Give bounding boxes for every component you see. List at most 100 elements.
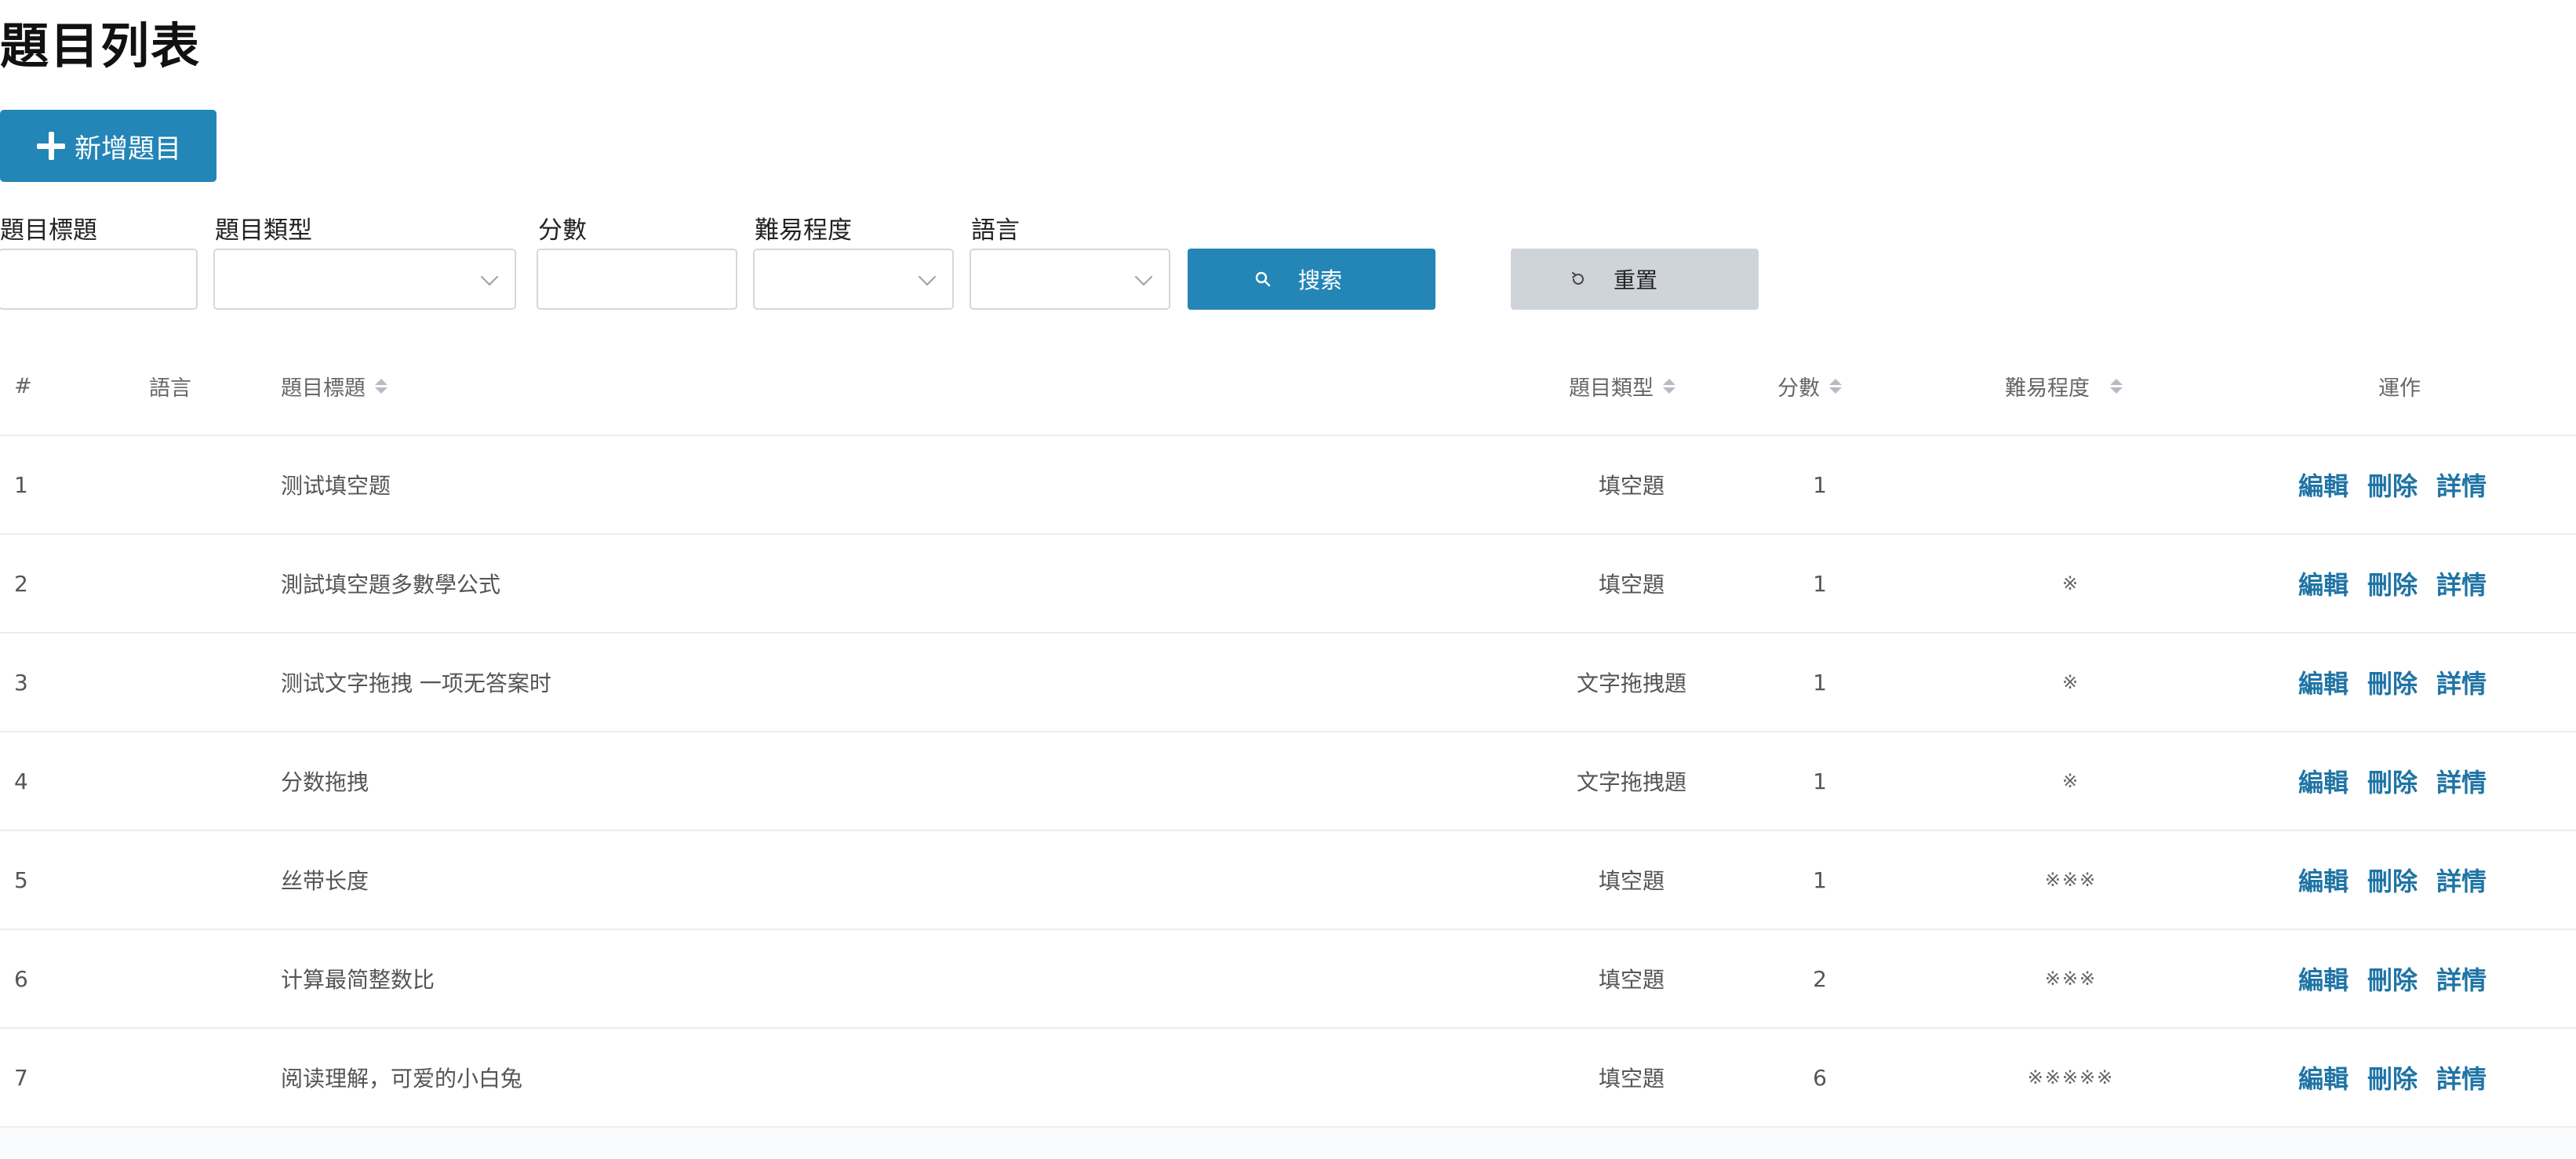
sort-icon[interactable] xyxy=(375,378,387,394)
row-actions: 編輯 刪除 詳情 xyxy=(2298,930,2487,1027)
row-score: 1 xyxy=(1813,768,1827,794)
filter-score-label: 分數 xyxy=(538,216,587,245)
filter-score-input[interactable] xyxy=(538,250,736,308)
row-difficulty xyxy=(1992,436,2149,533)
row-index: 1 xyxy=(14,471,28,498)
row-difficulty: ※※※ xyxy=(2044,869,2098,891)
row-actions: 編輯 刪除 詳情 xyxy=(2298,1029,2487,1126)
detail-link[interactable]: 詳情 xyxy=(2436,1059,2487,1095)
detail-link[interactable]: 詳情 xyxy=(2436,862,2487,898)
header-score-label: 分數 xyxy=(1777,376,1820,401)
row-title: 测试文字拖拽 一项无答案时 xyxy=(281,670,551,696)
edit-link[interactable]: 編輯 xyxy=(2298,961,2349,997)
row-difficulty: ※ xyxy=(2061,671,2080,693)
delete-link[interactable]: 刪除 xyxy=(2367,961,2418,997)
delete-link[interactable]: 刪除 xyxy=(2367,664,2418,700)
sort-icon[interactable] xyxy=(1663,378,1675,394)
delete-link[interactable]: 刪除 xyxy=(2367,763,2418,799)
question-table: # 語言 題目標題 題目類型 分數 難易程度 運作 1 测试填空题 填空題 1 … xyxy=(0,337,2576,1159)
header-actions: 運作 xyxy=(2378,376,2421,401)
filter-difficulty-label: 難易程度 xyxy=(755,216,852,245)
filter-title-field[interactable] xyxy=(0,249,198,310)
reset-button-label: 重置 xyxy=(1613,267,1657,293)
row-difficulty: ※※※※※ xyxy=(2027,1066,2115,1088)
refresh-icon xyxy=(1570,271,1587,288)
row-actions: 編輯 刪除 詳情 xyxy=(2298,436,2487,533)
header-language: 語言 xyxy=(149,376,191,401)
detail-link[interactable]: 詳情 xyxy=(2436,664,2487,700)
row-score: 1 xyxy=(1813,669,1827,696)
edit-link[interactable]: 編輯 xyxy=(2298,664,2349,700)
row-type: 填空題 xyxy=(1598,868,1665,894)
table-row: 4 分数拖拽 文字拖拽題 1 ※ 編輯 刪除 詳情 xyxy=(0,732,2576,831)
add-question-button[interactable]: 新增題目 xyxy=(0,110,216,182)
plus-icon xyxy=(35,130,67,162)
row-actions: 編輯 刪除 詳情 xyxy=(2298,732,2487,830)
delete-link[interactable]: 刪除 xyxy=(2367,467,2418,503)
row-index: 6 xyxy=(14,965,28,992)
edit-link[interactable]: 編輯 xyxy=(2298,763,2349,799)
detail-link[interactable]: 詳情 xyxy=(2436,565,2487,601)
detail-link[interactable]: 詳情 xyxy=(2436,763,2487,799)
row-type: 文字拖拽題 xyxy=(1576,670,1686,696)
row-score: 6 xyxy=(1813,1064,1827,1091)
filter-title-input[interactable] xyxy=(0,250,196,308)
row-score: 2 xyxy=(1813,965,1827,992)
reset-button[interactable]: 重置 xyxy=(1511,249,1759,310)
detail-link[interactable]: 詳情 xyxy=(2436,961,2487,997)
edit-link[interactable]: 編輯 xyxy=(2298,467,2349,503)
header-difficulty-label: 難易程度 xyxy=(2005,376,2090,401)
filter-type-select[interactable] xyxy=(213,249,516,310)
row-title: 測試填空題多數學公式 xyxy=(281,572,501,598)
delete-link[interactable]: 刪除 xyxy=(2367,862,2418,898)
header-index: # xyxy=(14,373,32,398)
filter-language-label: 語言 xyxy=(971,216,1020,245)
row-type: 填空題 xyxy=(1598,1066,1665,1092)
edit-link[interactable]: 編輯 xyxy=(2298,862,2349,898)
table-footer xyxy=(0,1128,2576,1159)
sort-icon[interactable] xyxy=(1829,378,1842,394)
delete-link[interactable]: 刪除 xyxy=(2367,565,2418,601)
row-title: 丝带长度 xyxy=(281,868,369,894)
row-type: 填空題 xyxy=(1598,967,1665,993)
header-title-label: 題目標題 xyxy=(281,376,366,401)
search-button[interactable]: 搜索 xyxy=(1188,249,1435,310)
header-type-label: 題目類型 xyxy=(1569,376,1654,401)
row-actions: 編輯 刪除 詳情 xyxy=(2298,535,2487,632)
header-title[interactable]: 題目標題 xyxy=(281,337,387,434)
row-score: 1 xyxy=(1813,471,1827,498)
row-title: 计算最简整数比 xyxy=(281,967,435,993)
row-type: 文字拖拽題 xyxy=(1576,769,1686,795)
filter-title-label: 題目標題 xyxy=(0,216,97,245)
detail-link[interactable]: 詳情 xyxy=(2436,467,2487,503)
table-header: # 語言 題目標題 題目類型 分數 難易程度 運作 xyxy=(0,337,2576,436)
search-icon xyxy=(1254,271,1272,288)
header-type[interactable]: 題目類型 xyxy=(1569,337,1675,434)
row-index: 4 xyxy=(14,768,28,794)
filter-score-field[interactable] xyxy=(537,249,737,310)
table-row: 2 測試填空題多數學公式 填空題 1 ※ 編輯 刪除 詳情 xyxy=(0,535,2576,634)
add-question-label: 新增題目 xyxy=(75,133,181,165)
table-row: 5 丝带长度 填空題 1 ※※※ 編輯 刪除 詳情 xyxy=(0,831,2576,930)
row-type: 填空題 xyxy=(1598,572,1665,598)
filter-language-select[interactable] xyxy=(970,249,1170,310)
sort-icon[interactable] xyxy=(2110,378,2123,394)
edit-link[interactable]: 編輯 xyxy=(2298,565,2349,601)
edit-link[interactable]: 編輯 xyxy=(2298,1059,2349,1095)
table-row: 6 计算最简整数比 填空題 2 ※※※ 編輯 刪除 詳情 xyxy=(0,930,2576,1029)
chevron-down-icon xyxy=(1134,267,1153,286)
filter-difficulty-select[interactable] xyxy=(753,249,954,310)
row-actions: 編輯 刪除 詳情 xyxy=(2298,831,2487,928)
header-score[interactable]: 分數 xyxy=(1777,337,1842,434)
search-button-label: 搜索 xyxy=(1297,267,1342,293)
table-row: 7 阅读理解，可爱的小白兔 填空題 6 ※※※※※ 編輯 刪除 詳情 xyxy=(0,1029,2576,1128)
row-score: 1 xyxy=(1813,867,1827,893)
row-actions: 編輯 刪除 詳情 xyxy=(2298,634,2487,731)
row-title: 分数拖拽 xyxy=(281,769,369,795)
header-difficulty[interactable]: 難易程度 xyxy=(2005,337,2123,434)
table-row: 1 测试填空题 填空題 1 編輯 刪除 詳情 xyxy=(0,436,2576,535)
row-score: 1 xyxy=(1813,570,1827,597)
row-difficulty: ※ xyxy=(2061,572,2080,594)
delete-link[interactable]: 刪除 xyxy=(2367,1059,2418,1095)
row-index: 5 xyxy=(14,867,28,893)
